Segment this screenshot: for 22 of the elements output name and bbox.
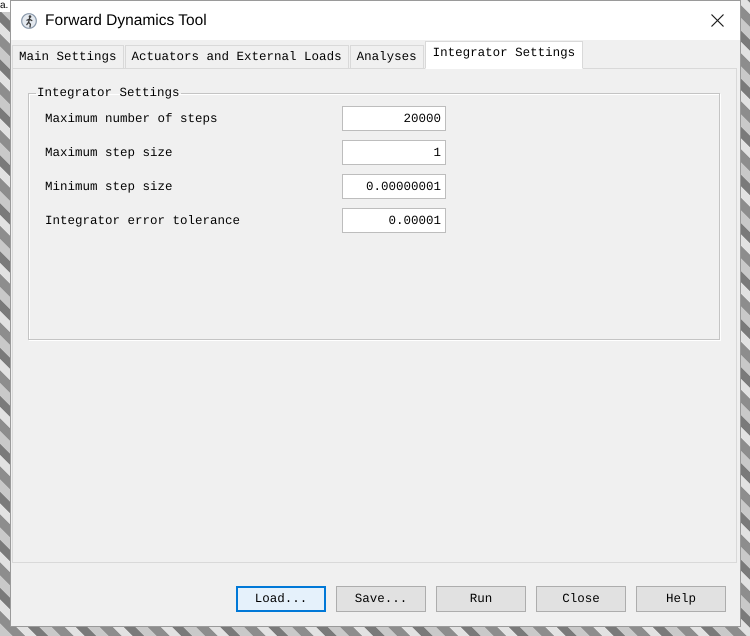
dialog-button[interactable]: Close xyxy=(536,586,626,612)
background-text: a. xyxy=(0,0,10,12)
number-field[interactable]: 0.00000001 xyxy=(342,174,446,199)
dialog-button[interactable]: Load... xyxy=(236,586,326,612)
dialog-button[interactable]: Help xyxy=(636,586,726,612)
field-label: Integrator error tolerance xyxy=(45,214,242,228)
number-field[interactable]: 20000 xyxy=(342,106,446,131)
tab[interactable]: Actuators and External Loads xyxy=(124,45,349,69)
group-title: Integrator Settings xyxy=(36,86,181,101)
dialog-button[interactable]: Save... xyxy=(336,586,426,612)
tab[interactable]: Integrator Settings xyxy=(424,41,584,69)
close-icon xyxy=(710,14,724,27)
window-title: Forward Dynamics Tool xyxy=(45,12,207,30)
field-label: Maximum number of steps xyxy=(45,112,219,126)
tab[interactable]: Analyses xyxy=(350,45,424,69)
tab[interactable]: Main Settings xyxy=(12,45,124,69)
runner-icon xyxy=(21,12,37,28)
number-field[interactable]: 0.00001 xyxy=(342,208,446,233)
dialog-button[interactable]: Run xyxy=(436,586,526,612)
field-label: Minimum step size xyxy=(45,180,174,194)
number-field[interactable]: 1 xyxy=(342,140,446,165)
field-label: Maximum step size xyxy=(45,146,174,160)
